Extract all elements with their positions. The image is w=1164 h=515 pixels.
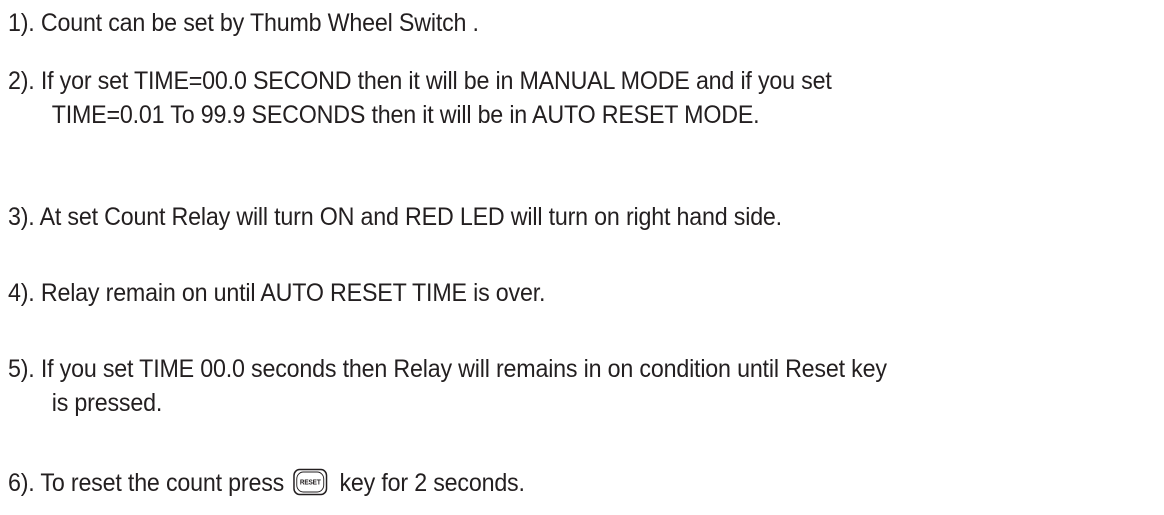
- instruction-6-text-after: key for 2 seconds.: [339, 469, 525, 497]
- reset-key-icon: RESET: [292, 468, 327, 496]
- instruction-3-line-1: 3). At set Count Relay will turn ON and …: [8, 203, 782, 231]
- instruction-5-line-1: 5). If you set TIME 00.0 seconds then Re…: [8, 355, 887, 383]
- instruction-item-1: 1). Count can be set by Thumb Wheel Swit…: [8, 6, 479, 40]
- instruction-1-line-1: 1). Count can be set by Thumb Wheel Swit…: [8, 9, 479, 37]
- instruction-item-4: 4). Relay remain on until AUTO RESET TIM…: [8, 276, 545, 310]
- instruction-4-line-1: 4). Relay remain on until AUTO RESET TIM…: [8, 279, 546, 307]
- instruction-item-5: 5). If you set TIME 00.0 seconds then Re…: [8, 352, 887, 420]
- reset-key-label: RESET: [300, 480, 322, 487]
- instruction-2-line-1: 2). If yor set TIME=00.0 SECOND then it …: [8, 67, 832, 95]
- instructions-document: 1). Count can be set by Thumb Wheel Swit…: [0, 0, 1164, 515]
- instruction-item-2: 2). If yor set TIME=00.0 SECOND then it …: [8, 64, 832, 132]
- instruction-2-line-2: TIME=0.01 To 99.9 SECONDS then it will b…: [51, 101, 760, 129]
- instruction-item-6: 6). To reset the count press RESET key f…: [8, 466, 525, 500]
- instruction-5-line-2: is pressed.: [51, 389, 163, 417]
- instruction-6-text-before: 6). To reset the count press: [8, 469, 285, 497]
- instruction-item-3: 3). At set Count Relay will turn ON and …: [8, 200, 782, 234]
